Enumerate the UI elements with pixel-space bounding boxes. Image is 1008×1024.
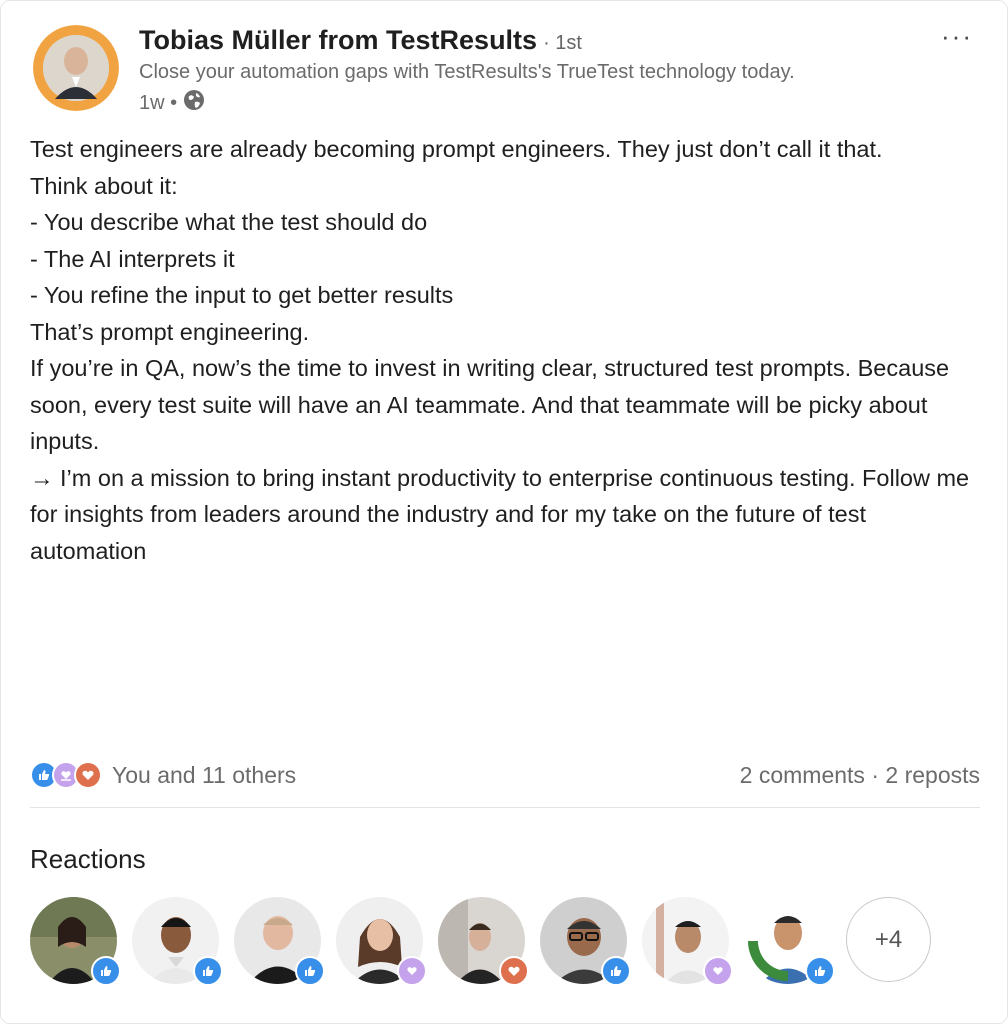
love-icon [74,761,102,789]
connection-degree: · 1st [543,32,582,54]
post-paragraph: That’s prompt engineering. [30,318,310,345]
like-icon [193,956,223,986]
author-name-text[interactable]: Tobias Müller from TestResults [139,25,537,55]
like-icon [805,956,835,986]
social-counts: You and 11 others 2 comments · 2 reposts [30,761,980,789]
post-body: Test engineers are already becoming prom… [30,131,980,569]
support-icon [703,956,733,986]
divider [30,807,980,808]
comments-reposts: 2 comments · 2 reposts [740,762,980,789]
reactions-count[interactable]: You and 11 others [112,762,296,789]
reactor-avatar[interactable] [438,897,529,986]
post-paragraph: - The AI interprets it [30,245,235,272]
love-icon [499,956,529,986]
post-paragraph: Test engineers are already becoming prom… [30,136,883,162]
post-time: 1w • [139,91,178,114]
post-paragraph: - You describe what the test should do [30,209,428,235]
reactor-avatar[interactable] [132,897,223,986]
author-name[interactable]: Tobias Müller from TestResults · 1st [139,25,582,56]
post-paragraph: Think about it: [30,172,178,199]
reactor-avatar[interactable] [642,897,733,986]
like-icon [295,956,325,986]
globe-icon [183,89,205,117]
like-icon [91,956,121,986]
post-paragraph: - You refine the input to get better res… [30,282,454,308]
like-icon [601,956,631,986]
reactions-heading: Reactions [30,844,146,874]
comments-count[interactable]: 2 comments [740,762,865,788]
count-separator: · [864,761,886,788]
reactor-avatar[interactable] [744,897,835,986]
reactor-avatar[interactable] [234,897,325,986]
reactor-avatar[interactable] [336,897,427,986]
support-icon [397,956,427,986]
reactors-list: +4 [30,897,931,986]
more-options-button[interactable]: ··· [941,21,973,52]
more-reactors-button[interactable]: +4 [846,897,931,982]
post-paragraph: → I’m on a mission to bring instant prod… [30,464,976,564]
reaction-summary[interactable]: You and 11 others [30,761,296,789]
reactor-avatar[interactable] [540,897,631,986]
reposts-count[interactable]: 2 reposts [885,762,980,788]
post-meta: 1w • [139,89,205,117]
author-avatar[interactable] [33,25,119,111]
post-paragraph: If you’re in QA, now’s the time to inves… [30,355,956,454]
post-card: Tobias Müller from TestResults · 1st Clos… [0,0,1008,1024]
author-headline: Close your automation gaps with TestResu… [139,61,795,83]
reactor-avatar[interactable] [30,897,121,986]
